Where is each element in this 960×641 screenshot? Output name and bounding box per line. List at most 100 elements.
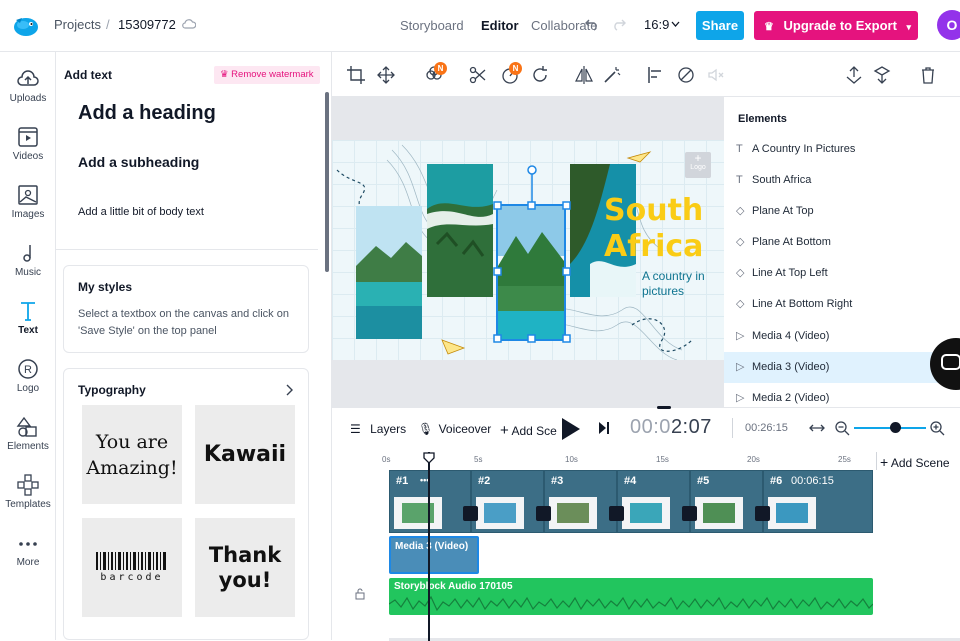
element-row[interactable]: ▷ Media 4 (Video) xyxy=(724,321,960,352)
typography-tile-barcode[interactable]: barcode xyxy=(82,518,182,617)
project-id[interactable]: 15309772 xyxy=(118,17,176,32)
scene-thumbnail xyxy=(394,497,442,529)
element-row[interactable]: T South Africa xyxy=(724,165,960,196)
logo-placeholder[interactable]: + Logo xyxy=(685,152,711,178)
transition-icon[interactable] xyxy=(755,506,770,521)
crop-icon[interactable] xyxy=(346,65,366,85)
lock-icon[interactable] xyxy=(354,588,366,600)
voiceover-button[interactable]: 🎙 Voiceover xyxy=(418,422,491,436)
typography-tile-kawaii[interactable]: Kawaii xyxy=(195,405,295,504)
shape-type-icon: ◇ xyxy=(736,267,745,279)
typography-title[interactable]: Typography xyxy=(78,383,146,397)
upgrade-to-export-button[interactable]: ♛ Upgrade to Export ▾ xyxy=(754,11,918,40)
subline-country-in-pictures[interactable]: A country in pictures xyxy=(642,269,716,299)
scene-block[interactable]: #4 xyxy=(617,470,690,533)
aspect-ratio-select[interactable]: 16:9 xyxy=(644,17,669,32)
audio-track-clip[interactable]: Storyblock Audio 170105 xyxy=(389,578,873,615)
move-icon[interactable] xyxy=(376,65,396,85)
scene-block[interactable]: #1 ••• xyxy=(389,470,471,533)
text-type-icon: T xyxy=(736,143,743,155)
breadcrumb-projects[interactable]: Projects xyxy=(54,17,101,32)
flip-icon[interactable] xyxy=(574,65,594,85)
scene-block[interactable]: #6 00:06:15 xyxy=(763,470,873,533)
templates-icon xyxy=(17,474,39,496)
canvas-area[interactable]: South Africa A country in pictures + Log… xyxy=(332,97,724,407)
element-row[interactable]: T A Country In Pictures xyxy=(724,134,960,165)
skip-forward-icon[interactable] xyxy=(598,421,610,435)
element-row[interactable]: ◇ Line At Bottom Right xyxy=(724,289,960,320)
bring-forward-icon[interactable] xyxy=(844,65,864,85)
ruler-tick: 5s xyxy=(474,455,483,464)
photo-mountains[interactable] xyxy=(356,206,422,339)
transition-icon[interactable] xyxy=(676,65,696,85)
add-body-text[interactable]: Add a little bit of body text xyxy=(78,206,204,218)
add-scene-button[interactable]: + Add Scene xyxy=(880,454,950,470)
element-row[interactable]: ▷ Media 2 (Video) xyxy=(724,383,960,407)
tab-editor[interactable]: Editor xyxy=(481,18,519,33)
tile-text: Kawaii xyxy=(203,442,287,467)
rail-label: Text xyxy=(18,325,38,336)
redo-icon[interactable] xyxy=(612,17,626,31)
remove-watermark-button[interactable]: ♛ Remove watermark xyxy=(214,66,320,84)
panel-scrollbar[interactable] xyxy=(325,92,329,272)
avatar[interactable]: O xyxy=(937,10,960,40)
scene-canvas[interactable]: South Africa A country in pictures + Log… xyxy=(332,140,724,360)
scene-block[interactable]: #2 xyxy=(471,470,544,533)
scene-block[interactable]: #5 xyxy=(690,470,763,533)
rail-item-uploads[interactable]: Uploads xyxy=(0,68,56,104)
rail-item-text[interactable]: Text xyxy=(0,300,56,336)
cut-icon[interactable] xyxy=(468,65,488,85)
rail-item-more[interactable]: More xyxy=(0,534,56,568)
zoom-slider-thumb[interactable] xyxy=(890,422,901,433)
headline-south[interactable]: South xyxy=(604,194,703,228)
rail-item-elements[interactable]: Elements xyxy=(0,416,56,452)
add-scene-toolbar-button[interactable]: + Add Sce xyxy=(500,422,557,439)
loop-icon[interactable] xyxy=(530,65,550,85)
chevron-right-icon[interactable] xyxy=(286,384,294,396)
rail-item-logo[interactable]: R Logo xyxy=(0,358,56,394)
rail-item-images[interactable]: Images xyxy=(0,184,56,220)
text-type-icon: T xyxy=(736,174,743,186)
play-icon[interactable] xyxy=(560,416,582,442)
scene-thumbnail xyxy=(695,497,743,529)
transition-icon[interactable] xyxy=(463,506,478,521)
video-type-icon: ▷ xyxy=(736,361,745,373)
layers-button[interactable]: ☰ Layers xyxy=(350,422,406,436)
playhead[interactable] xyxy=(428,452,430,641)
add-subheading-text[interactable]: Add a subheading xyxy=(78,154,199,170)
typography-tile-you-are-amazing[interactable]: You are Amazing! xyxy=(82,405,182,504)
rail-item-templates[interactable]: Templates xyxy=(0,474,56,510)
add-heading-text[interactable]: Add a heading xyxy=(78,102,216,125)
element-row[interactable]: ◇ Plane At Bottom xyxy=(724,227,960,258)
rail-item-videos[interactable]: Videos xyxy=(0,126,56,162)
undo-icon[interactable] xyxy=(585,17,599,31)
delete-icon[interactable] xyxy=(918,65,938,85)
panel-resize-handle[interactable] xyxy=(657,406,671,409)
share-button[interactable]: Share xyxy=(696,11,744,40)
align-icon[interactable] xyxy=(646,65,666,85)
chat-icon xyxy=(941,354,960,370)
media-track-clip[interactable]: Media 3 (Video) xyxy=(389,536,479,574)
transition-icon[interactable] xyxy=(682,506,697,521)
transition-icon[interactable] xyxy=(536,506,551,521)
tab-storyboard[interactable]: Storyboard xyxy=(400,18,464,33)
element-row[interactable]: ◇ Plane At Top xyxy=(724,196,960,227)
scene-block[interactable]: #3 xyxy=(544,470,617,533)
zoom-in-icon[interactable] xyxy=(930,421,945,436)
photo-coast-palms[interactable] xyxy=(427,164,493,297)
zoom-out-icon[interactable] xyxy=(835,421,850,436)
fit-width-icon[interactable] xyxy=(809,422,825,434)
element-row[interactable]: ◇ Line At Top Left xyxy=(724,258,960,289)
headline-africa[interactable]: Africa xyxy=(604,230,703,264)
element-row-selected[interactable]: ▷ Media 3 (Video) xyxy=(724,352,960,383)
playhead-handle[interactable] xyxy=(423,452,435,464)
app-logo-icon[interactable] xyxy=(12,12,40,40)
send-backward-icon[interactable] xyxy=(872,65,892,85)
selection-handles[interactable] xyxy=(490,140,574,350)
magic-wand-icon[interactable] xyxy=(602,65,622,85)
rail-item-music[interactable]: Music xyxy=(0,242,56,278)
chevron-down-icon[interactable] xyxy=(671,21,680,27)
transition-icon[interactable] xyxy=(609,506,624,521)
mute-icon[interactable] xyxy=(706,65,726,85)
typography-tile-thank-you[interactable]: Thank you! xyxy=(195,518,295,617)
